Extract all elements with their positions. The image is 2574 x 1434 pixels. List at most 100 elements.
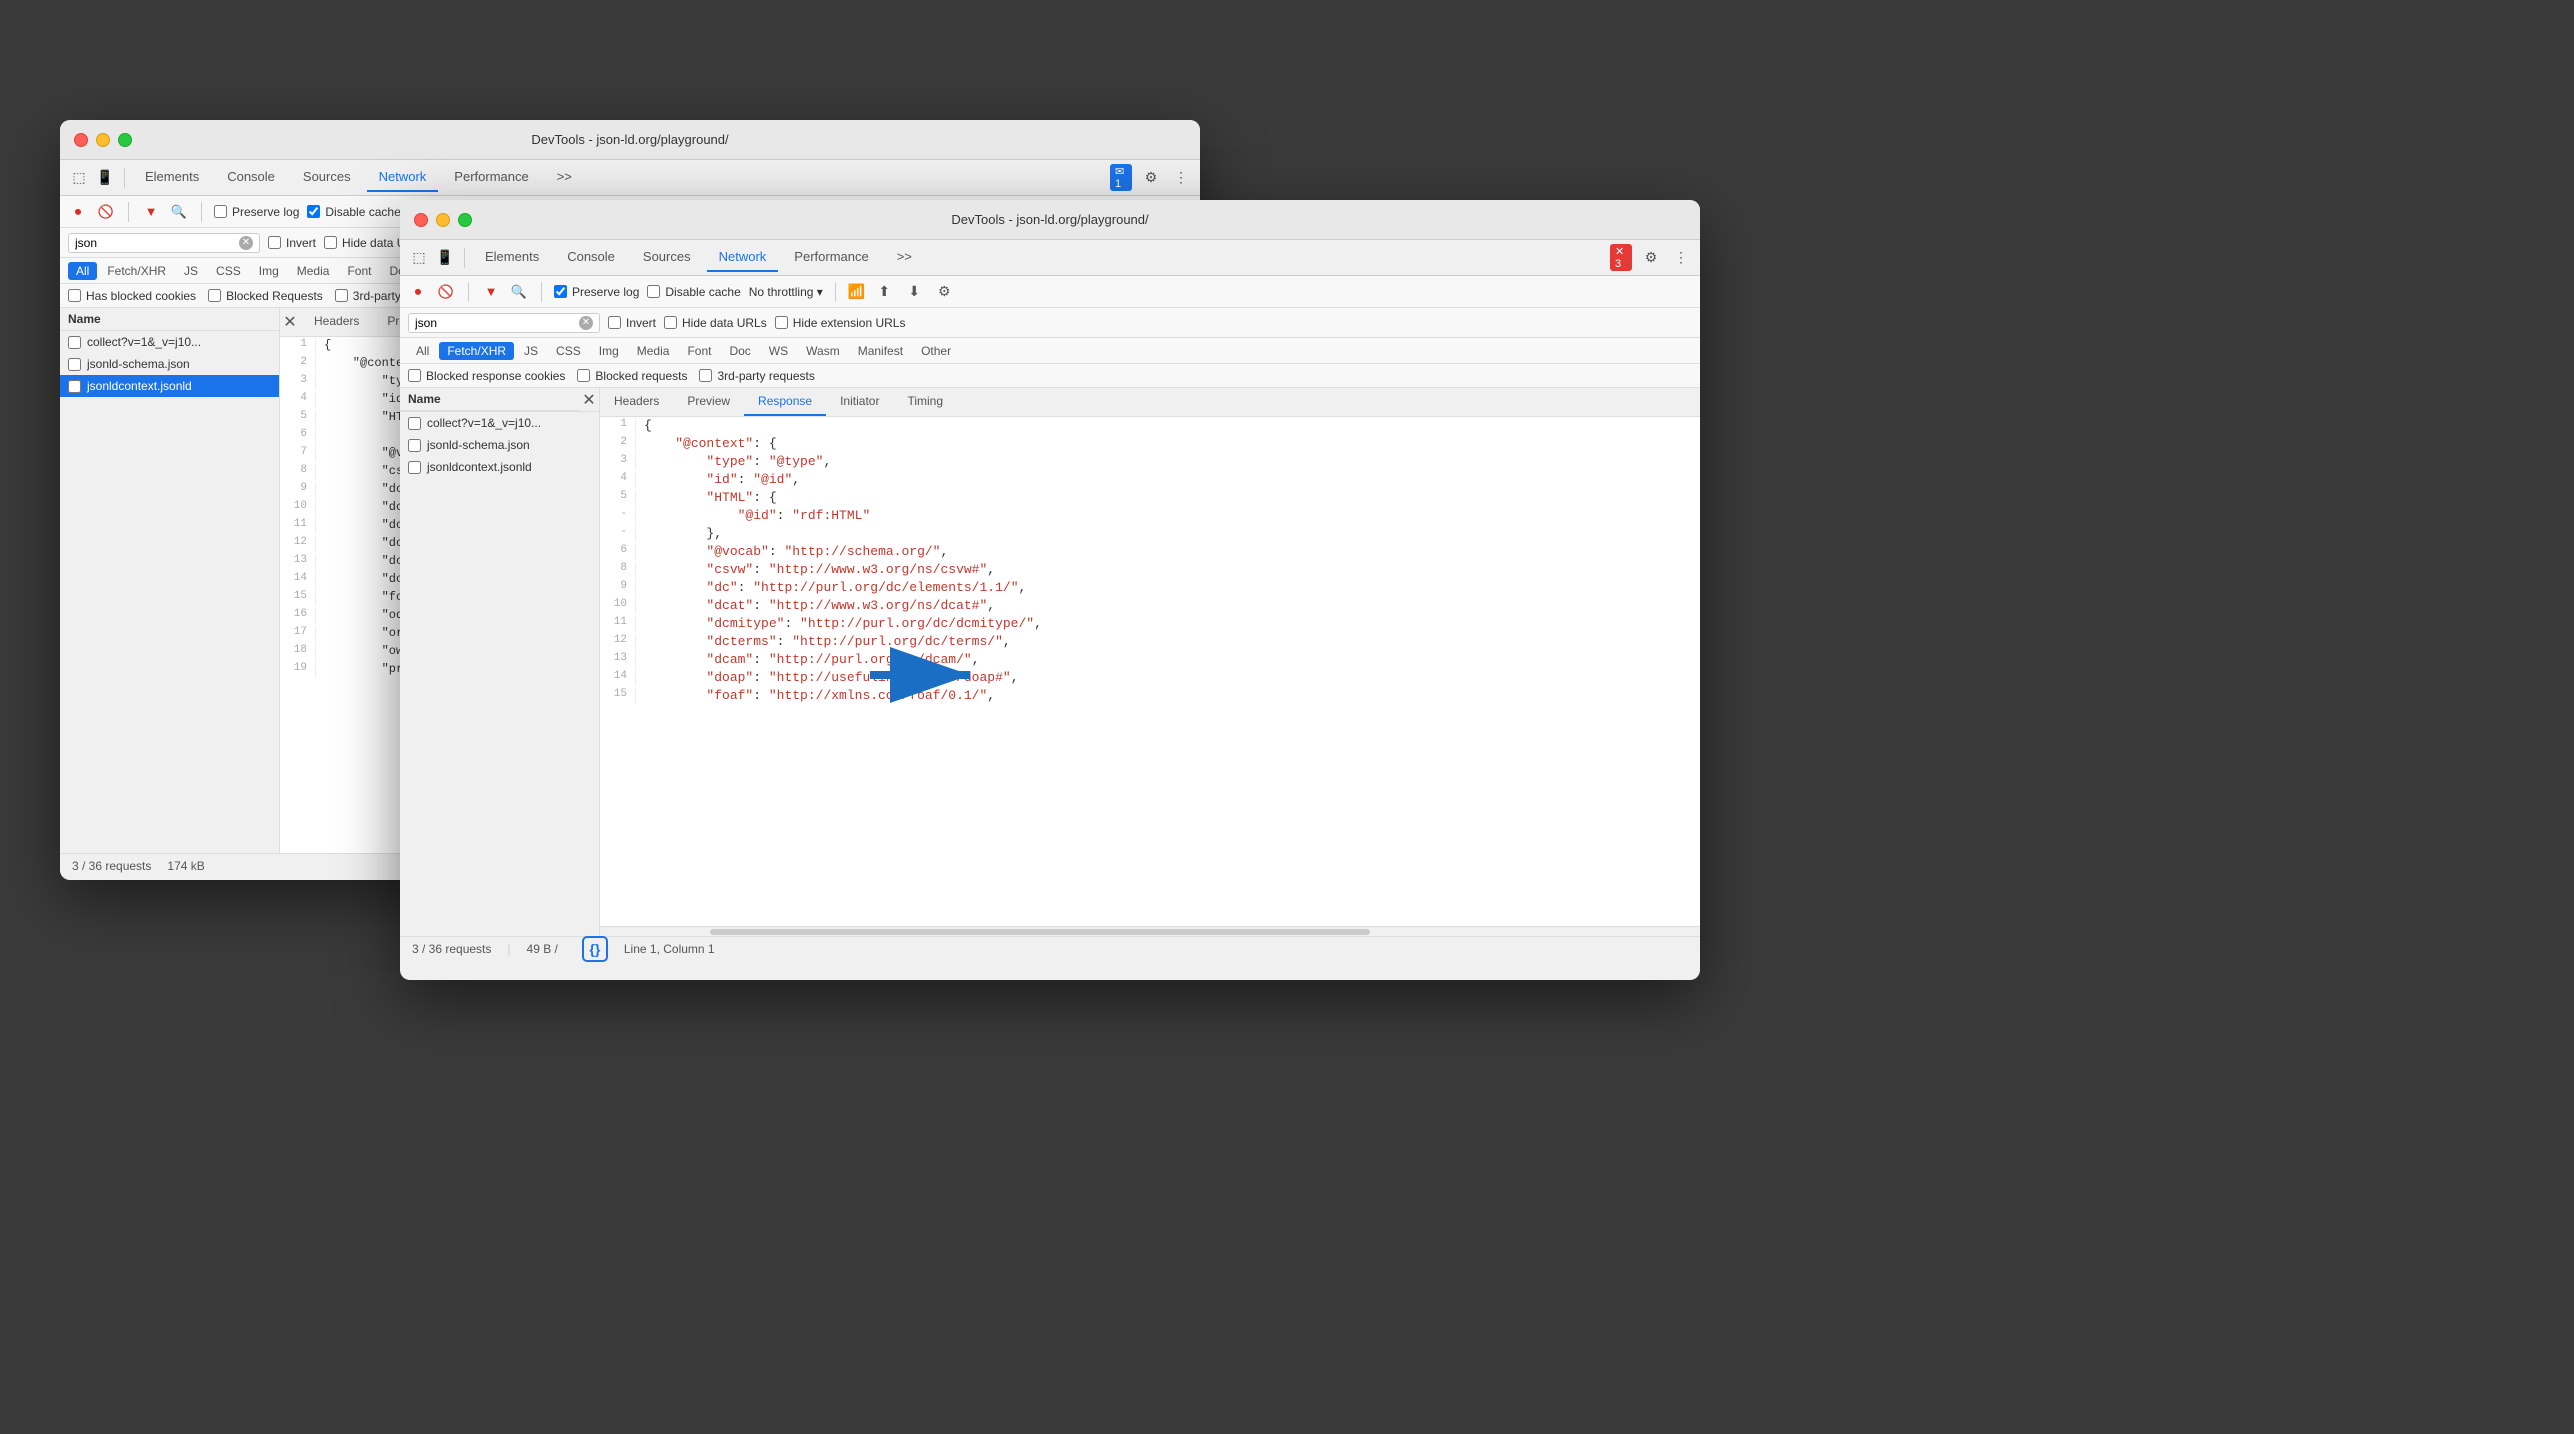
front-tab-more[interactable]: >> bbox=[885, 243, 924, 272]
front-hide-data-checkbox[interactable] bbox=[664, 316, 677, 329]
back-maximize-button[interactable] bbox=[118, 133, 132, 147]
front-filter-media[interactable]: Media bbox=[629, 342, 678, 360]
front-clear-btn[interactable]: 🚫 bbox=[436, 282, 456, 302]
front-disable-cache-label[interactable]: Disable cache bbox=[647, 285, 740, 299]
front-badge-icon[interactable]: ✕ 3 bbox=[1610, 247, 1632, 269]
front-hide-data-label[interactable]: Hide data URLs bbox=[664, 316, 767, 330]
front-invert-checkbox[interactable] bbox=[608, 316, 621, 329]
back-blocked-requests-checkbox[interactable] bbox=[208, 289, 221, 302]
front-close-button[interactable] bbox=[414, 213, 428, 227]
front-file-item-1[interactable]: collect?v=1&_v=j10... bbox=[400, 412, 599, 434]
front-tab-network[interactable]: Network bbox=[707, 243, 779, 272]
front-tab-console[interactable]: Console bbox=[555, 243, 627, 272]
front-tab-performance[interactable]: Performance bbox=[782, 243, 880, 272]
back-file-check-1[interactable] bbox=[68, 336, 81, 349]
front-blocked-requests-checkbox[interactable] bbox=[577, 369, 590, 382]
back-blocked-cookies-checkbox[interactable] bbox=[68, 289, 81, 302]
back-device-icon[interactable]: 📱 bbox=[94, 167, 116, 189]
back-disable-cache-checkbox[interactable] bbox=[307, 205, 320, 218]
front-blocked-requests-label[interactable]: Blocked requests bbox=[577, 369, 687, 383]
back-disable-cache-label[interactable]: Disable cache bbox=[307, 205, 400, 219]
front-filter-icon[interactable]: ▼ bbox=[481, 282, 501, 302]
back-search-icon[interactable]: 🔍 bbox=[169, 202, 189, 222]
back-file-item-2[interactable]: jsonld-schema.json bbox=[60, 353, 279, 375]
back-filter-img[interactable]: Img bbox=[251, 262, 287, 280]
front-filter-all[interactable]: All bbox=[408, 342, 437, 360]
back-record-btn[interactable]: ⏺ bbox=[68, 202, 88, 222]
front-hide-ext-checkbox[interactable] bbox=[775, 316, 788, 329]
front-panel-tab-response[interactable]: Response bbox=[744, 388, 826, 416]
back-filter-fetch[interactable]: Fetch/XHR bbox=[99, 262, 174, 280]
front-3rd-party-label[interactable]: 3rd-party requests bbox=[699, 369, 814, 383]
front-blocked-cookies-label[interactable]: Blocked response cookies bbox=[408, 369, 565, 383]
back-inspect-icon[interactable]: ⬚ bbox=[68, 167, 90, 189]
front-search-icon[interactable]: 🔍 bbox=[509, 282, 529, 302]
front-filter-css[interactable]: CSS bbox=[548, 342, 589, 360]
back-tab-performance[interactable]: Performance bbox=[442, 163, 540, 192]
front-filter-doc[interactable]: Doc bbox=[721, 342, 758, 360]
front-file-check-1[interactable] bbox=[408, 417, 421, 430]
front-file-item-2[interactable]: jsonld-schema.json bbox=[400, 434, 599, 456]
front-panel-tab-timing[interactable]: Timing bbox=[893, 388, 957, 416]
front-device-icon[interactable]: 📱 bbox=[434, 247, 456, 269]
back-tab-elements[interactable]: Elements bbox=[133, 163, 211, 192]
front-blocked-cookies-checkbox[interactable] bbox=[408, 369, 421, 382]
back-preserve-log-checkbox[interactable] bbox=[214, 205, 227, 218]
back-hide-data-checkbox[interactable] bbox=[324, 236, 337, 249]
front-maximize-button[interactable] bbox=[458, 213, 472, 227]
front-3rd-party-checkbox[interactable] bbox=[699, 369, 712, 382]
front-filter-font[interactable]: Font bbox=[679, 342, 719, 360]
front-panel-tab-preview[interactable]: Preview bbox=[673, 388, 744, 416]
back-clear-btn[interactable]: 🚫 bbox=[96, 202, 116, 222]
back-close-button[interactable] bbox=[74, 133, 88, 147]
front-preserve-log-checkbox[interactable] bbox=[554, 285, 567, 298]
front-preserve-log-label[interactable]: Preserve log bbox=[554, 285, 639, 299]
front-filter-other[interactable]: Other bbox=[913, 342, 959, 360]
front-tab-elements[interactable]: Elements bbox=[473, 243, 551, 272]
back-file-check-2[interactable] bbox=[68, 358, 81, 371]
front-filter-img[interactable]: Img bbox=[591, 342, 627, 360]
back-invert-label[interactable]: Invert bbox=[268, 236, 316, 250]
front-more-icon[interactable]: ⋮ bbox=[1670, 247, 1692, 269]
back-blocked-requests-label[interactable]: Blocked Requests bbox=[208, 289, 323, 303]
front-filter-manifest[interactable]: Manifest bbox=[850, 342, 911, 360]
front-disable-cache-checkbox[interactable] bbox=[647, 285, 660, 298]
back-panel-close-btn[interactable]: ✕ bbox=[280, 312, 300, 332]
front-file-check-3[interactable] bbox=[408, 461, 421, 474]
front-record-btn[interactable]: ⏺ bbox=[408, 282, 428, 302]
back-tab-network[interactable]: Network bbox=[367, 163, 439, 192]
front-scrollbar[interactable] bbox=[600, 926, 1700, 936]
front-tab-sources[interactable]: Sources bbox=[631, 243, 703, 272]
back-notification-icon[interactable]: ✉ 1 bbox=[1110, 167, 1132, 189]
front-panel-tab-headers[interactable]: Headers bbox=[600, 388, 673, 416]
back-filter-all[interactable]: All bbox=[68, 262, 97, 280]
front-code-panel[interactable]: 1 { 2 "@context": { 3 "type": "@type", 4… bbox=[600, 417, 1700, 926]
front-hide-ext-label[interactable]: Hide extension URLs bbox=[775, 316, 906, 330]
front-settings2-icon[interactable]: ⚙ bbox=[933, 281, 955, 303]
back-preserve-log-label[interactable]: Preserve log bbox=[214, 205, 299, 219]
back-file-item-3[interactable]: jsonldcontext.jsonld bbox=[60, 375, 279, 397]
front-invert-label[interactable]: Invert bbox=[608, 316, 656, 330]
back-filter-css[interactable]: CSS bbox=[208, 262, 249, 280]
front-filter-fetch[interactable]: Fetch/XHR bbox=[439, 342, 514, 360]
front-upload-icon[interactable]: ⬆ bbox=[873, 281, 895, 303]
back-panel-tab-headers[interactable]: Headers bbox=[300, 308, 373, 336]
back-filter-media[interactable]: Media bbox=[289, 262, 338, 280]
back-tab-more[interactable]: >> bbox=[545, 163, 584, 192]
front-filter-ws[interactable]: WS bbox=[761, 342, 796, 360]
front-file-close-btn[interactable]: ✕ bbox=[579, 390, 599, 410]
front-clear-search-btn[interactable]: ✕ bbox=[579, 316, 593, 330]
back-tab-sources[interactable]: Sources bbox=[291, 163, 363, 192]
back-tab-console[interactable]: Console bbox=[215, 163, 287, 192]
back-blocked-cookies-label[interactable]: Has blocked cookies bbox=[68, 289, 196, 303]
back-search-input[interactable] bbox=[75, 236, 235, 250]
front-filter-js[interactable]: JS bbox=[516, 342, 546, 360]
front-throttle-select[interactable]: No throttling ▾ bbox=[749, 285, 823, 299]
front-minimize-button[interactable] bbox=[436, 213, 450, 227]
back-file-check-3[interactable] bbox=[68, 380, 81, 393]
front-filter-wasm[interactable]: Wasm bbox=[798, 342, 848, 360]
back-filter-js[interactable]: JS bbox=[176, 262, 206, 280]
front-file-item-3[interactable]: jsonldcontext.jsonld bbox=[400, 456, 599, 478]
front-download-icon[interactable]: ⬇ bbox=[903, 281, 925, 303]
back-settings-icon[interactable]: ⚙ bbox=[1140, 167, 1162, 189]
